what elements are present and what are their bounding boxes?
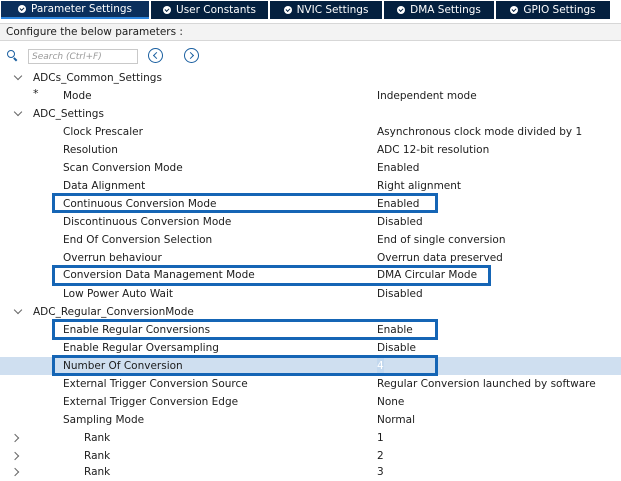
param-label: Data Alignment — [63, 180, 146, 192]
group-adc-regular-conversion-mode[interactable]: ADC_Regular_ConversionMode — [0, 303, 621, 321]
check-circle-icon — [17, 5, 26, 13]
tab-user-constants[interactable]: User Constants — [151, 1, 268, 19]
tab-nvic-settings[interactable]: NVIC Settings — [270, 1, 382, 19]
param-value[interactable]: Enable — [377, 321, 413, 339]
param-row-scan-conversion-mode[interactable]: Scan Conversion Mode Enabled — [0, 159, 621, 177]
param-value[interactable]: Asynchronous clock mode divided by 1 — [377, 123, 582, 141]
param-label: Enable Regular Conversions — [63, 324, 211, 336]
tab-label: DMA Settings — [410, 4, 481, 16]
param-value[interactable]: Independent mode — [377, 87, 477, 105]
param-row-resolution[interactable]: Resolution ADC 12-bit resolution — [0, 141, 621, 159]
param-label: End Of Conversion Selection — [63, 234, 213, 246]
param-label: Rank — [84, 466, 111, 478]
param-value[interactable]: Disable — [377, 339, 416, 357]
previous-result-button[interactable] — [148, 48, 163, 63]
param-row-discontinuous-conversion-mode[interactable]: Discontinuous Conversion Mode Disabled — [0, 213, 621, 231]
param-label: Number Of Conversion — [63, 360, 183, 372]
check-circle-icon — [510, 6, 519, 14]
param-value[interactable]: Disabled — [377, 285, 423, 303]
param-value[interactable]: End of single conversion — [377, 231, 505, 249]
search-toolbar — [0, 47, 621, 67]
param-row-overrun-behaviour[interactable]: Overrun behaviour Overrun data preserved — [0, 249, 621, 267]
group-label: ADC_Settings — [33, 108, 104, 120]
param-row-enable-regular-oversampling[interactable]: Enable Regular Oversampling Disable — [0, 339, 621, 357]
param-value[interactable]: Normal — [377, 411, 415, 429]
param-row-sampling-mode[interactable]: Sampling Mode Normal — [0, 411, 621, 429]
chevron-right-icon[interactable] — [10, 451, 20, 461]
param-label: External Trigger Conversion Source — [63, 378, 248, 390]
search-icon — [7, 50, 18, 62]
param-value[interactable]: ADC 12-bit resolution — [377, 141, 489, 159]
param-label: Enable Regular Oversampling — [63, 342, 219, 354]
param-label: Continuous Conversion Mode — [63, 198, 217, 210]
param-label: Low Power Auto Wait — [63, 288, 173, 300]
chevron-down-icon[interactable] — [13, 305, 23, 315]
param-value[interactable]: Overrun data preserved — [377, 249, 503, 267]
param-label: Clock Prescaler — [63, 126, 143, 138]
check-circle-icon — [397, 6, 406, 14]
param-label: Overrun behaviour — [63, 252, 162, 264]
param-row-conversion-data-management-mode[interactable]: Conversion Data Management Mode DMA Circ… — [0, 266, 621, 284]
tab-gpio-settings[interactable]: GPIO Settings — [496, 1, 610, 19]
param-label: Conversion Data Management Mode — [63, 269, 255, 281]
param-row-low-power-auto-wait[interactable]: Low Power Auto Wait Disabled — [0, 285, 621, 303]
param-label: Scan Conversion Mode — [63, 162, 183, 174]
required-bullet-icon: * — [33, 87, 39, 100]
param-row-number-of-conversion[interactable]: Number Of Conversion 4 — [0, 357, 621, 375]
check-circle-icon — [163, 6, 172, 14]
tab-label: GPIO Settings — [523, 4, 596, 16]
param-value[interactable]: Enabled — [377, 159, 419, 177]
param-value[interactable]: Regular Conversion launched by software — [377, 375, 596, 393]
tab-bar: Parameter Settings User Constants NVIC S… — [0, 0, 621, 20]
param-row-enable-regular-conversions[interactable]: Enable Regular Conversions Enable — [0, 321, 621, 339]
rank-row[interactable]: Rank 1 — [0, 429, 621, 447]
param-value[interactable]: 3 — [377, 463, 384, 481]
tab-label: Parameter Settings — [30, 3, 133, 15]
rank-row[interactable]: Rank 3 — [0, 463, 621, 481]
param-row-continuous-conversion-mode[interactable]: Continuous Conversion Mode Enabled — [0, 195, 621, 213]
param-label: External Trigger Conversion Edge — [63, 396, 239, 408]
group-adcs-common-settings[interactable]: ADCs_Common_Settings — [0, 69, 621, 87]
tab-label: User Constants — [176, 4, 256, 16]
chevron-down-icon[interactable] — [13, 71, 23, 81]
tab-dma-settings[interactable]: DMA Settings — [384, 1, 494, 19]
group-label: ADC_Regular_ConversionMode — [33, 306, 194, 318]
param-value[interactable]: Enabled — [377, 195, 419, 213]
param-row-external-trigger-source[interactable]: External Trigger Conversion Source Regul… — [0, 375, 621, 393]
param-row-clock-prescaler[interactable]: Clock Prescaler Asynchronous clock mode … — [0, 123, 621, 141]
param-value[interactable]: DMA Circular Mode — [377, 266, 477, 284]
group-label: ADCs_Common_Settings — [33, 72, 162, 84]
tab-label: NVIC Settings — [296, 4, 369, 16]
param-value[interactable]: Right alignment — [377, 177, 461, 195]
param-value[interactable]: 1 — [377, 429, 384, 447]
param-value[interactable]: None — [377, 393, 404, 411]
param-label: Discontinuous Conversion Mode — [63, 216, 232, 228]
chevron-down-icon[interactable] — [13, 107, 23, 117]
param-value[interactable]: 4 — [377, 357, 384, 375]
search-input[interactable] — [28, 49, 138, 64]
param-label: Mode — [63, 90, 92, 102]
param-label: Resolution — [63, 144, 118, 156]
param-row-end-of-conversion-selection[interactable]: End Of Conversion Selection End of singl… — [0, 231, 621, 249]
tab-parameter-settings[interactable]: Parameter Settings — [1, 1, 149, 19]
check-circle-icon — [283, 6, 292, 14]
param-row-mode[interactable]: * Mode Independent mode — [0, 87, 621, 105]
param-row-external-trigger-edge[interactable]: External Trigger Conversion Edge None — [0, 393, 621, 411]
next-result-button[interactable] — [184, 48, 199, 63]
param-label: Rank — [84, 432, 111, 444]
configure-header: Configure the below parameters : — [0, 23, 621, 41]
group-adc-settings[interactable]: ADC_Settings — [0, 105, 621, 123]
param-label: Sampling Mode — [63, 414, 145, 426]
chevron-right-icon[interactable] — [10, 433, 20, 443]
param-value[interactable]: Disabled — [377, 213, 423, 231]
param-row-data-alignment[interactable]: Data Alignment Right alignment — [0, 177, 621, 195]
